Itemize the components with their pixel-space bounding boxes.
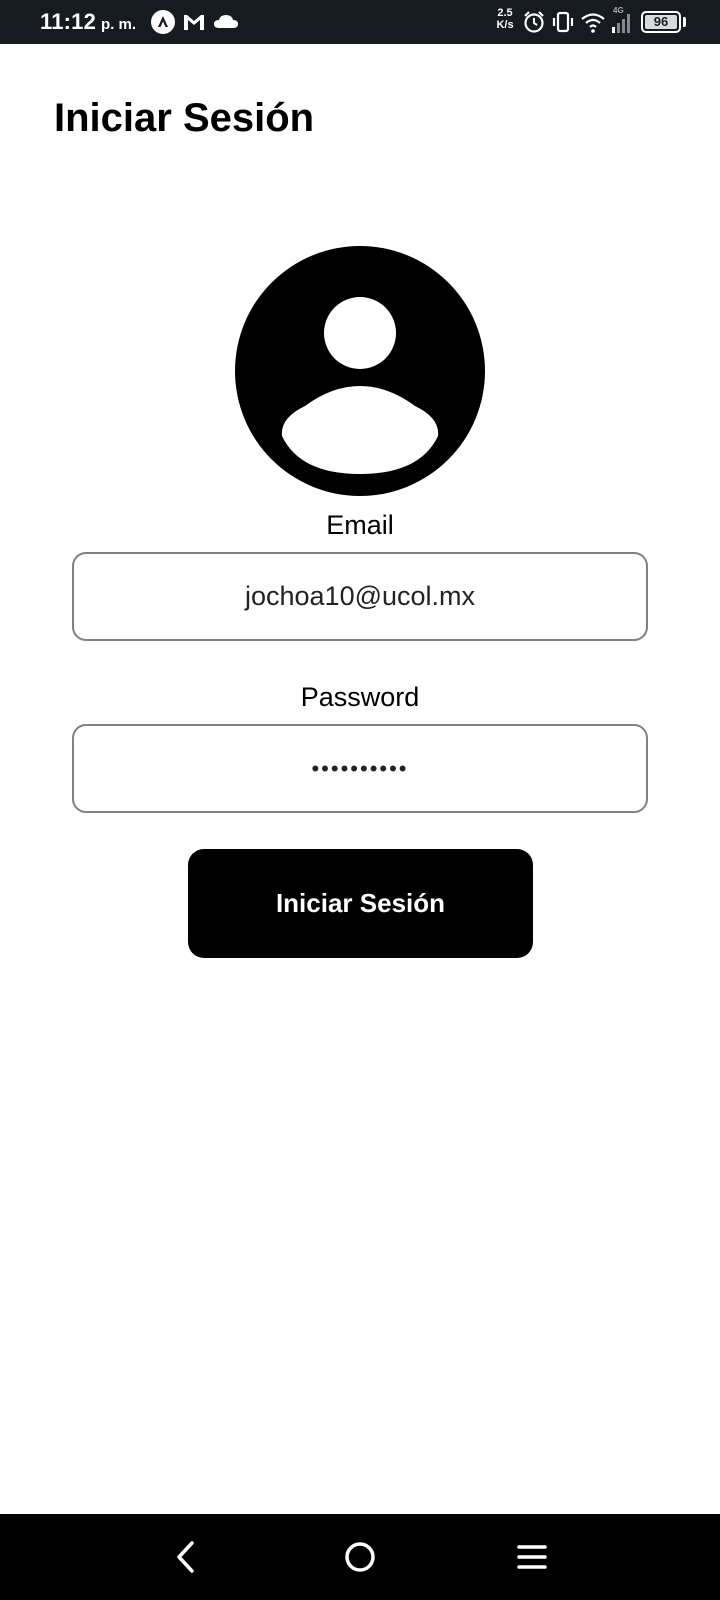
network-speed: 2.5 K/s xyxy=(492,7,518,31)
email-label: Email xyxy=(326,510,394,540)
home-icon[interactable] xyxy=(337,1534,383,1580)
battery-level: 96 xyxy=(653,14,669,29)
status-ampm: p. m. xyxy=(101,16,137,33)
user-avatar-icon xyxy=(235,246,485,496)
signal-icon xyxy=(611,12,633,40)
alarm-icon xyxy=(522,10,546,38)
battery-tip xyxy=(683,17,686,27)
password-field[interactable] xyxy=(72,724,648,813)
status-time: 11:12 xyxy=(40,9,97,34)
status-bar: 11:12 p. m. 2.5 K/s 4G 96 xyxy=(0,0,720,44)
notification-app-icon xyxy=(151,10,175,34)
gmail-icon xyxy=(182,10,206,34)
page-title: Iniciar Sesión xyxy=(54,96,315,140)
network-speed-unit: K/s xyxy=(496,19,514,31)
password-label: Password xyxy=(300,682,420,712)
email-field[interactable] xyxy=(72,552,648,641)
menu-icon[interactable] xyxy=(509,1534,555,1580)
cloud-icon xyxy=(213,10,238,34)
vibrate-icon xyxy=(551,10,575,38)
back-icon[interactable] xyxy=(163,1534,209,1580)
wifi-icon xyxy=(580,10,606,38)
login-button[interactable]: Iniciar Sesión xyxy=(188,849,533,958)
battery-icon: 96 xyxy=(641,11,681,33)
network-speed-value: 2.5 xyxy=(497,7,513,19)
navigation-bar xyxy=(0,1514,720,1600)
